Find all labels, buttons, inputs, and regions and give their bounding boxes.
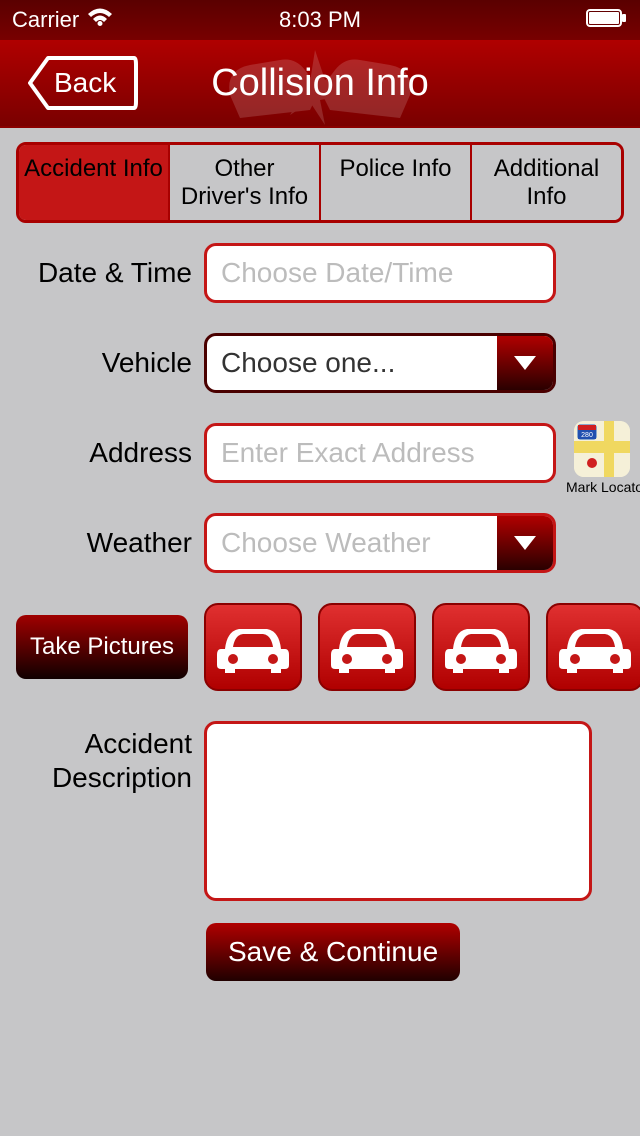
label-weather: Weather [16, 527, 204, 559]
save-row: Save & Continue [0, 923, 640, 981]
chevron-down-icon [497, 336, 553, 390]
save-button-label: Save & Continue [228, 936, 438, 967]
battery-icon [586, 7, 628, 33]
page-title: Collision Info [211, 62, 429, 105]
picture-slot[interactable] [318, 603, 416, 691]
datetime-input[interactable] [204, 243, 556, 303]
back-button[interactable]: Back [28, 56, 130, 110]
mark-locator-button[interactable]: 280 Mark Locator [566, 421, 638, 495]
picture-slot[interactable] [204, 603, 302, 691]
address-input[interactable] [204, 423, 556, 483]
row-datetime: Date & Time [16, 243, 624, 303]
row-address: Address 280 Mark Locator [16, 423, 624, 483]
row-description: Accident Description [16, 721, 624, 901]
save-continue-button[interactable]: Save & Continue [206, 923, 460, 981]
vehicle-select[interactable]: Choose one... [204, 333, 556, 393]
vehicle-selected-text: Choose one... [221, 347, 493, 379]
picture-slot[interactable] [432, 603, 530, 691]
status-left: Carrier [12, 7, 113, 33]
tab-label: Accident Info [23, 155, 164, 183]
tab-other-driver[interactable]: Other Driver's Info [170, 145, 321, 220]
label-address: Address [16, 437, 204, 469]
svg-text:280: 280 [581, 432, 593, 439]
tab-label: Additional Info [476, 155, 617, 210]
car-icon [329, 619, 405, 675]
chevron-down-icon [497, 516, 553, 570]
label-description: Accident Description [16, 721, 204, 794]
row-weather: Weather Choose Weather [16, 513, 624, 573]
pictures-row: Take Pictures [16, 603, 624, 691]
weather-selected-text: Choose Weather [221, 527, 493, 559]
back-label: Back [28, 67, 130, 99]
weather-select[interactable]: Choose Weather [204, 513, 556, 573]
wifi-icon [87, 7, 113, 33]
label-datetime: Date & Time [16, 257, 204, 289]
car-icon [215, 619, 291, 675]
car-icon [557, 619, 633, 675]
label-line: Description [52, 762, 192, 793]
take-pictures-label: Take Pictures [30, 633, 174, 661]
carrier-label: Carrier [12, 7, 79, 33]
tab-label: Other Driver's Info [174, 155, 315, 210]
tab-police[interactable]: Police Info [321, 145, 472, 220]
tab-label: Police Info [325, 155, 466, 183]
tab-accident-info[interactable]: Accident Info [19, 145, 170, 220]
label-line: Accident [85, 728, 192, 759]
car-icon [443, 619, 519, 675]
nav-bar: Back Collision Info [0, 40, 640, 128]
take-pictures-button[interactable]: Take Pictures [16, 615, 188, 679]
description-textarea[interactable] [204, 721, 592, 901]
accident-form: Date & Time Vehicle Choose one... Addres… [0, 223, 640, 573]
picture-slot[interactable] [546, 603, 640, 691]
label-vehicle: Vehicle [16, 347, 204, 379]
mark-locator-label: Mark Locator [566, 479, 638, 495]
tab-additional[interactable]: Additional Info [472, 145, 621, 220]
map-icon: 280 [574, 421, 630, 477]
row-vehicle: Vehicle Choose one... [16, 333, 624, 393]
tab-bar: Accident Info Other Driver's Info Police… [16, 142, 624, 223]
